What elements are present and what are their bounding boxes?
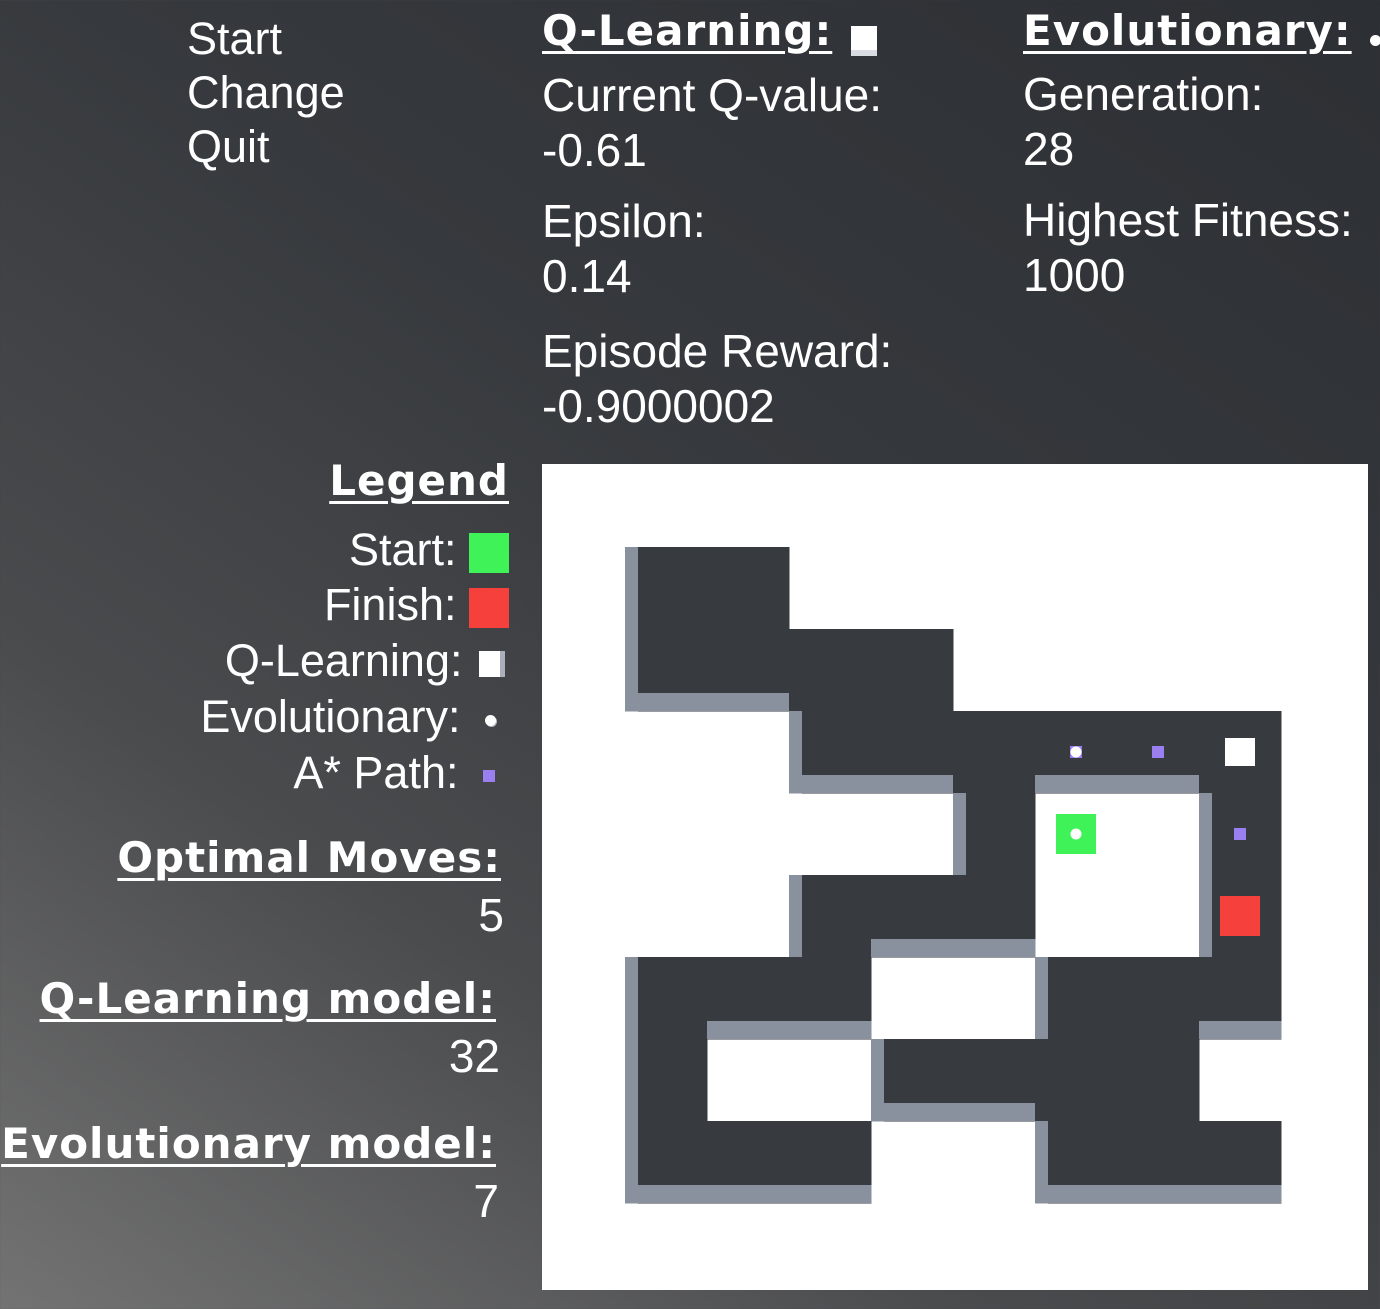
maze-wall-side: [1117, 775, 1200, 793]
maze-wall-side: [1199, 793, 1212, 876]
maze-svg: [625, 547, 1282, 1204]
maze-wall-side: [1035, 775, 1118, 793]
maze-wall-side: [953, 939, 1036, 957]
maze-wall-side: [1035, 957, 1048, 1040]
start-button[interactable]: Start: [187, 12, 345, 66]
maze-wall-side: [625, 957, 638, 1040]
qlearning-model-title: Q-Learning model:: [39, 974, 496, 1023]
maze-wall-side: [789, 775, 872, 793]
episode-reward-value: -0.9000002: [542, 379, 775, 432]
maze-floor-cell: [1117, 1039, 1200, 1122]
main-menu: Start Change Quit: [187, 12, 345, 174]
epsilon-value: 0.14: [542, 249, 632, 302]
maze-floor-cell: [789, 629, 872, 712]
maze-wall-side: [1035, 1185, 1118, 1203]
evolutionary-header: Evolutionary:: [1023, 6, 1380, 55]
maze-wall-side: [871, 939, 954, 957]
legend-finish: Finish:: [324, 577, 509, 632]
maze-floor-cell: [1117, 957, 1200, 1040]
start-swatch-icon: [469, 533, 509, 574]
legend-finish-label: Finish:: [323, 579, 457, 630]
maze-wall-side: [625, 1185, 708, 1203]
maze-wall-side: [871, 1103, 954, 1121]
qlearning-title: Q-Learning:: [542, 6, 833, 55]
maze-wall-side: [707, 693, 790, 711]
epsilon-label: Epsilon:: [542, 194, 706, 247]
optimal-moves-title: Optimal Moves:: [117, 833, 501, 882]
generation-value: 28: [1023, 123, 1075, 175]
astar-swatch-icon: [483, 770, 495, 783]
maze-wall-side: [1199, 875, 1212, 958]
change-button[interactable]: Change: [187, 66, 345, 120]
maze-floor-cell: [953, 711, 1036, 794]
generation-label: Generation:: [1023, 68, 1264, 120]
evolutionary-model-title: Evolutionary model:: [1, 1119, 496, 1168]
legend-astar: A* Path:: [293, 745, 509, 800]
legend-evolutionary: Evolutionary:: [200, 689, 509, 744]
maze-wall-side: [789, 875, 802, 958]
maze-wall-side: [789, 1021, 872, 1039]
astar-path-marker: [1152, 746, 1164, 758]
maze-wall-side: [707, 1185, 790, 1203]
finish-tile: [1220, 896, 1260, 936]
maze-wall-side: [625, 1039, 638, 1122]
maze-wall-side: [1199, 1021, 1282, 1039]
maze-wall-side: [707, 1021, 790, 1039]
current-q-value-label: Current Q-value:: [542, 68, 883, 121]
maze-wall-side: [953, 793, 966, 876]
qlearning-model-value: 32: [448, 1030, 500, 1082]
optimal-moves-value: 5: [478, 889, 504, 941]
legend-qlearning: Q-Learning:: [225, 633, 509, 688]
maze-wall-side: [625, 547, 638, 630]
maze-wall-side: [789, 1185, 872, 1203]
maze-wall-side: [871, 775, 954, 793]
maze-floor-cell: [707, 547, 790, 630]
episode-reward-label: Episode Reward:: [542, 324, 893, 377]
maze-floor-cell: [871, 629, 954, 712]
current-q-value: -0.61: [542, 123, 647, 176]
maze-floor-cell: [1035, 1039, 1118, 1122]
evolutionary-panel: Evolutionary: Generation: 28 Highest Fit…: [1023, 6, 1380, 303]
maze-grid: [625, 547, 1297, 1215]
highest-fitness-label: Highest Fitness:: [1023, 194, 1353, 246]
finish-swatch-icon: [469, 588, 509, 629]
qlearning-agent: [1225, 738, 1255, 766]
evolutionary-model-value: 7: [473, 1175, 499, 1227]
maze-wall-side: [625, 693, 708, 711]
legend-start-label: Start:: [348, 524, 457, 575]
legend-qlearning-label: Q-Learning:: [224, 635, 463, 686]
evolutionary-agent: [1070, 828, 1082, 840]
qlearning-header: Q-Learning:: [542, 6, 962, 56]
qlearning-agent-icon: [850, 25, 877, 56]
maze-wall-side: [1117, 1185, 1200, 1203]
highest-fitness-value: 1000: [1023, 249, 1126, 301]
evolutionary-agent-icon: [1370, 35, 1380, 47]
evolutionary-agent: [1070, 746, 1082, 758]
quit-button[interactable]: Quit: [187, 120, 345, 174]
legend-title: Legend: [329, 456, 509, 505]
maze-wall-side: [953, 1103, 1036, 1121]
legend-astar-label: A* Path:: [293, 747, 459, 798]
astar-path-marker: [1234, 828, 1246, 840]
maze-wall-side: [1199, 1185, 1282, 1203]
legend-start: Start:: [349, 522, 509, 577]
qlearning-panel: Q-Learning: Current Q-value: -0.61 Epsil…: [542, 6, 962, 434]
legend-evolutionary-label: Evolutionary:: [200, 691, 461, 742]
evolutionary-title: Evolutionary:: [1023, 6, 1352, 55]
maze-board: [542, 464, 1368, 1290]
qlearning-swatch-icon: [479, 651, 505, 678]
evolutionary-swatch-icon: [485, 714, 496, 726]
